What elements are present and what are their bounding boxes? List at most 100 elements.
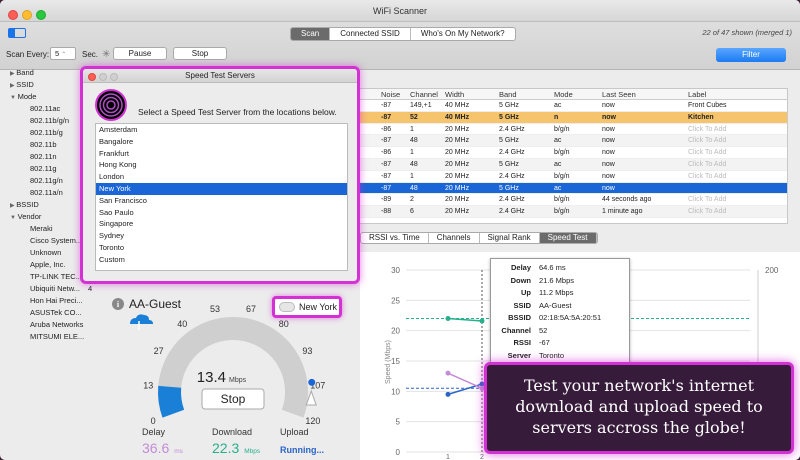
table-row[interactable]: -87 1 20 MHz 2.4 GHz b/g/n now Click To Add: [351, 171, 787, 183]
server-list-item[interactable]: New York: [96, 182, 347, 195]
table-row[interactable]: -87 48 20 MHz 5 GHz ac now Click To Add: [351, 158, 787, 171]
sidebar-item-vendor[interactable]: TP-LINK TEC...: [30, 272, 82, 281]
tooltip-key: Up: [521, 288, 531, 297]
sidebar-group-ssid[interactable]: ▶ SSID: [10, 80, 34, 89]
scan-interval-select[interactable]: 5 ⌃: [50, 47, 76, 60]
server-list-item[interactable]: Bangalore: [96, 136, 347, 148]
sidebar-item-vendor[interactable]: Cisco System...: [30, 236, 82, 245]
sidebar-item-mode[interactable]: 802.11b: [30, 140, 57, 149]
server-list-item[interactable]: Hong Kong: [96, 159, 347, 171]
tab-scan[interactable]: Scan: [291, 28, 331, 40]
gauge-tick-label: 120: [305, 416, 320, 426]
server-list-item[interactable]: Frankfurt: [96, 148, 347, 160]
table-row[interactable]: -86 1 20 MHz 2.4 GHz b/g/n now Click To Add: [351, 147, 787, 159]
sidebar-item-vendor[interactable]: Aruba Networks: [30, 320, 83, 329]
tooltip-value: 11.2 Mbps: [539, 288, 574, 297]
server-list-item[interactable]: San Francisco: [96, 195, 347, 207]
minimize-window-button[interactable]: [22, 10, 32, 20]
dialog-minimize-button: [99, 73, 107, 81]
table-row[interactable]: -87 149,+1 40 MHz 5 GHz ac now Front Cubes: [351, 100, 787, 112]
zoom-window-button[interactable]: [36, 10, 46, 20]
server-badge[interactable]: New York: [272, 296, 342, 318]
sidebar-item-vendor[interactable]: MITSUMI ELE...: [30, 332, 84, 341]
stop-scan-button[interactable]: Stop: [173, 47, 227, 60]
tab-rssi-vs-time[interactable]: RSSI vs. Time: [361, 233, 429, 243]
table-cell: 52: [410, 113, 418, 121]
sidebar-item-mode[interactable]: 802.11g/n: [30, 176, 63, 185]
table-cell: now: [602, 172, 615, 180]
sidebar-group-bssid[interactable]: ▶ BSSID: [10, 200, 39, 209]
table-row[interactable]: -87 48 20 MHz 5 GHz ac now: [351, 182, 787, 195]
sidebar-item-vendor[interactable]: Meraki: [30, 224, 53, 233]
table-row[interactable]: -87 48 20 MHz 5 GHz ac now Click To Add: [351, 135, 787, 148]
sidebar-group-vendor[interactable]: ▼ Vendor: [10, 212, 41, 221]
tab-signal-rank[interactable]: Signal Rank: [480, 233, 540, 243]
row-label-cell: Click To Add: [688, 149, 727, 157]
gauge-tick-label: 40: [177, 319, 187, 329]
data-point[interactable]: [445, 316, 451, 322]
data-point[interactable]: [479, 318, 485, 324]
dialog-window-controls: [88, 72, 121, 86]
sidebar-item-vendor[interactable]: Ubiquiti Netw...: [30, 284, 80, 293]
sidebar-toggle-icon[interactable]: [8, 28, 26, 38]
server-list-item[interactable]: London: [96, 171, 347, 183]
x-tick-label: 1: [446, 454, 450, 460]
sidebar-item-vendor[interactable]: Apple, Inc.: [30, 260, 65, 269]
column-header: Label: [688, 90, 707, 99]
sidebar-item-mode[interactable]: 802.11n: [30, 152, 57, 161]
tab-connected-ssid[interactable]: Connected SSID: [330, 28, 411, 40]
dialog-zoom-button: [110, 73, 118, 81]
sidebar-item-vendor[interactable]: Unknown: [30, 248, 61, 257]
server-list-item[interactable]: Sydney: [96, 230, 347, 242]
sidebar-item-vendor[interactable]: ASUSTek CO...: [30, 308, 82, 317]
close-window-button[interactable]: [8, 10, 18, 20]
server-list-item[interactable]: Sao Paulo: [96, 207, 347, 219]
table-cell: -89: [381, 196, 392, 204]
table-row[interactable]: -88 6 20 MHz 2.4 GHz b/g/n 1 minute ago Click …: [351, 206, 787, 218]
table-cell: 1: [410, 149, 414, 157]
server-list: Amsterdam Bangalore Frankfurt Hong Kong Lond…: [95, 123, 348, 271]
gauge-tick-label: 0: [151, 416, 156, 426]
promo-banner: Test your network's internet download an…: [484, 362, 794, 454]
server-list-item[interactable]: Amsterdam: [96, 124, 347, 136]
table-row[interactable]: -86 1 20 MHz 2.4 GHz b/g/n now Click To Add: [351, 124, 787, 136]
table-row[interactable]: -87 52 40 MHz 5 GHz n now Kitchen: [351, 111, 787, 124]
sidebar-group-band[interactable]: ▶ Band: [10, 68, 34, 77]
sidebar-group-label: BSSID: [16, 200, 39, 209]
banner-line: Test your network's internet: [523, 376, 755, 395]
sidebar-group-mode[interactable]: ▼ Mode: [10, 92, 36, 101]
y-axis-label: Speed (Mbps): [385, 340, 392, 384]
server-list-item[interactable]: Custom: [96, 254, 347, 266]
row-label-cell: Kitchen: [688, 113, 714, 121]
sidebar-item-vendor[interactable]: Hon Hai Preci...: [30, 296, 83, 305]
dialog-close-button[interactable]: [88, 73, 96, 81]
sidebar-item-mode[interactable]: 802.11b/g/n: [30, 116, 69, 125]
table-cell: 20 MHz: [445, 208, 470, 216]
sidebar-item-mode[interactable]: 802.11g: [30, 164, 57, 173]
column-header: Channel: [410, 90, 438, 99]
tab-speed-test[interactable]: Speed Test: [539, 233, 597, 243]
table-cell: now: [602, 113, 616, 121]
upload-label: Upload: [280, 427, 309, 437]
server-list-item[interactable]: Singapore: [96, 218, 347, 230]
tooltip-key: Down: [510, 275, 531, 285]
scan-interval-value: 5: [55, 49, 60, 58]
gauge-fill: [158, 385, 185, 418]
data-point[interactable]: [445, 391, 451, 397]
sidebar-item-mode[interactable]: 802.11b/g: [30, 128, 63, 137]
y2-tick-label: 200: [765, 266, 779, 275]
gauge-value: 13.4: [197, 369, 226, 386]
table-row[interactable]: -89 2 20 MHz 2.4 GHz b/g/n 44 seconds ago Clic…: [351, 194, 787, 207]
sidebar-item-mode[interactable]: 802.11ac: [30, 104, 60, 113]
tab-channels[interactable]: Channels: [429, 233, 480, 243]
table-cell: -87: [381, 102, 392, 109]
sidebar-item-mode[interactable]: 802.11a/n: [30, 188, 63, 197]
pause-button[interactable]: Pause: [113, 47, 167, 60]
tab-whos-on-network[interactable]: Who's On My Network?: [411, 28, 515, 40]
data-point[interactable]: [445, 370, 451, 376]
table-cell: 1: [410, 125, 414, 133]
filter-button[interactable]: Filter: [716, 48, 786, 62]
scan-every-label: Scan Every:: [6, 50, 50, 59]
table-cell: -87: [381, 113, 392, 121]
server-list-item[interactable]: Toronto: [96, 242, 347, 254]
